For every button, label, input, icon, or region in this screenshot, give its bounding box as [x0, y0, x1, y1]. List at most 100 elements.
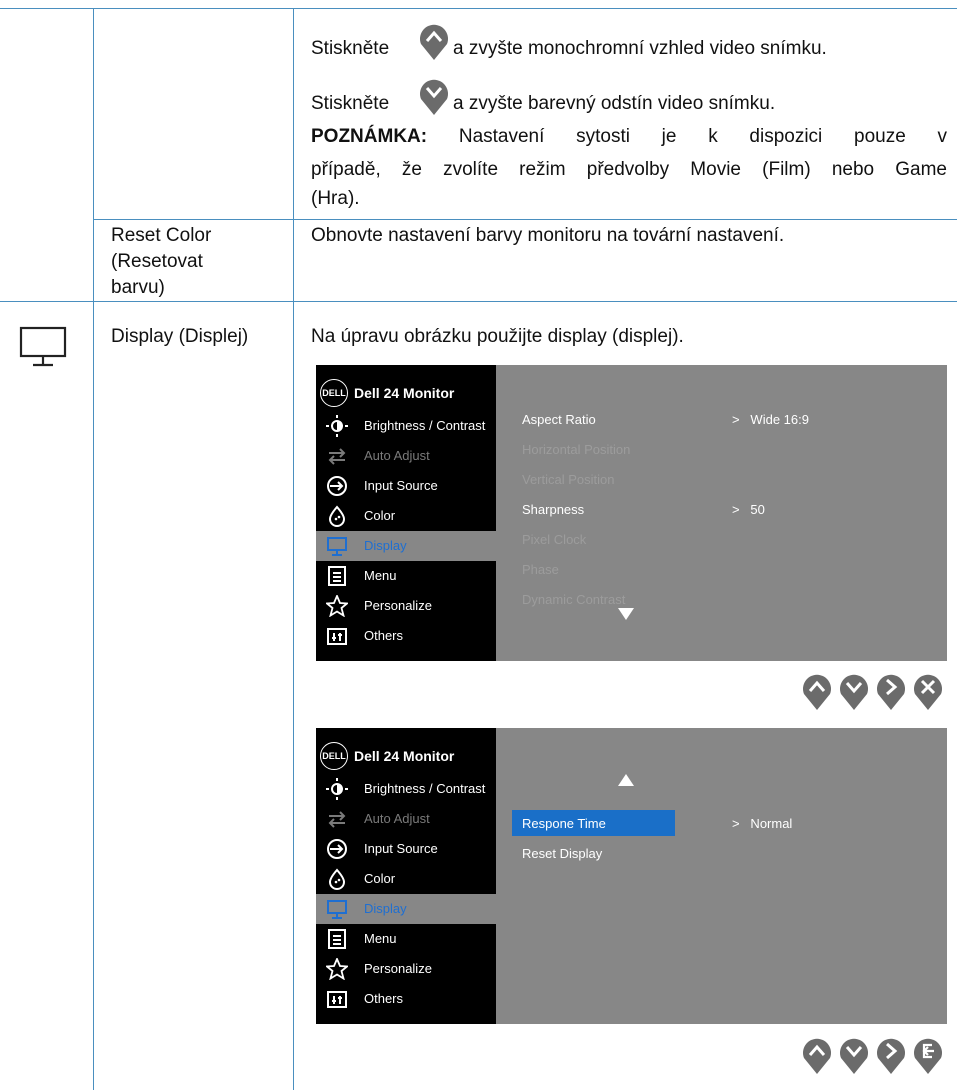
display-label: Display (Displej): [111, 326, 249, 347]
osd-option-sharpness[interactable]: Sharpness: [522, 502, 584, 517]
osd-menu-label: Input Source: [364, 841, 438, 856]
table-rule-after-saturation: [93, 219, 957, 220]
table-top-rule: [0, 8, 957, 9]
others-icon: [327, 991, 347, 1008]
osd-menu-item-menu[interactable]: Menu: [316, 924, 496, 954]
input-source-icon: [327, 839, 347, 859]
down-button-icon[interactable]: [837, 1036, 871, 1076]
osd-sidebar: DELL Dell 24 Monitor Brightness / Contra…: [316, 365, 496, 661]
osd-option-value: > Wide 16:9: [732, 412, 809, 427]
note-text-1: Nastavení sytosti je k dispozici pouze v: [458, 126, 947, 147]
osd-menu-label: Color: [364, 508, 396, 523]
auto-adjust-icon: [328, 448, 346, 465]
right-button-icon[interactable]: [874, 1036, 908, 1076]
osd-menu-item-personalize[interactable]: Personalize: [316, 954, 496, 984]
osd-menu-label: Color: [364, 871, 396, 886]
down-pin-icon: [420, 79, 448, 115]
color-icon: [328, 505, 346, 527]
osd-menu-item-display[interactable]: Display: [316, 894, 496, 924]
scroll-up-icon[interactable]: [618, 774, 634, 786]
right-button-icon[interactable]: [874, 672, 908, 712]
osd-option-vertical-position: Vertical Position: [522, 472, 615, 487]
saturation-note-line3: (Hra).: [311, 188, 360, 209]
osd-menu-item-color[interactable]: Color: [316, 864, 496, 894]
brightness-icon: [326, 415, 348, 437]
reset-color-description: Obnovte nastavení barvy monitoru na tová…: [311, 225, 785, 246]
star-icon: [326, 595, 348, 617]
osd-menu-label: Display: [364, 538, 407, 553]
scroll-down-icon[interactable]: [618, 608, 634, 620]
menu-icon: [328, 566, 346, 586]
display-description: Na úpravu obrázku použijte display (disp…: [311, 326, 684, 347]
osd-menu-label: Menu: [364, 931, 397, 946]
osd-option-value: > 50: [732, 502, 765, 517]
osd-menu-label: Display: [364, 901, 407, 916]
table-col-rule-1: [93, 8, 94, 1090]
up-button-icon[interactable]: [800, 1036, 834, 1076]
osd-menu-item-others[interactable]: Others: [316, 984, 496, 1014]
osd-screen-2: DELL Dell 24 Monitor Brightness / Contra…: [316, 728, 947, 1024]
star-icon: [326, 958, 348, 980]
exit-button-icon[interactable]: [911, 672, 945, 712]
osd-menu-label: Auto Adjust: [364, 811, 430, 826]
osd-menu-label: Input Source: [364, 478, 438, 493]
down-button-icon[interactable]: [837, 672, 871, 712]
osd-menu-item-auto-adjust[interactable]: Auto Adjust: [316, 441, 496, 471]
osd-option-aspect-ratio[interactable]: Aspect Ratio: [522, 412, 596, 427]
others-icon: [327, 628, 347, 645]
up-instruction-suffix: a zvyšte monochromní vzhled video snímku…: [453, 38, 827, 59]
down-instruction-prefix: Stiskněte: [311, 93, 390, 114]
osd-option-horizontal-position: Horizontal Position: [522, 442, 631, 457]
brightness-icon: [326, 778, 348, 800]
table-col-rule-2: [293, 8, 294, 1090]
osd-menu-label: Others: [364, 628, 404, 643]
osd-menu-item-input-source[interactable]: Input Source: [316, 471, 496, 501]
reset-color-label-2: (Resetovat: [111, 251, 203, 272]
osd-menu-label: Brightness / Contrast: [364, 418, 486, 433]
osd-option-reset-display[interactable]: Reset Display: [522, 846, 602, 861]
osd-title: Dell 24 Monitor: [354, 385, 455, 401]
osd-option-dynamic-contrast: Dynamic Contrast: [522, 592, 626, 607]
osd-option-pixel-clock: Pixel Clock: [522, 532, 587, 547]
osd-menu-label: Others: [364, 991, 404, 1006]
osd-menu-label: Brightness / Contrast: [364, 781, 486, 796]
up-pin-icon: [420, 24, 448, 60]
saturation-note-line2: případě, že zvolíte režim předvolby Movi…: [311, 159, 947, 180]
down-instruction-suffix: a zvyšte barevný odstín video snímku.: [453, 93, 776, 114]
osd-menu-label: Personalize: [364, 961, 432, 976]
up-instruction-prefix: Stiskněte: [311, 38, 390, 59]
menu-icon: [328, 929, 346, 949]
osd-menu-item-color[interactable]: Color: [316, 501, 496, 531]
auto-adjust-icon: [328, 811, 346, 828]
display-icon: [327, 900, 347, 919]
saturation-note-line1: POZNÁMKA: Nastavení sytosti je k dispozi…: [311, 124, 947, 150]
osd-menu-label: Auto Adjust: [364, 448, 430, 463]
color-icon: [328, 868, 346, 890]
display-icon: [327, 537, 347, 556]
osd-menu-item-personalize[interactable]: Personalize: [316, 591, 496, 621]
monitor-icon: [19, 326, 67, 367]
osd-menu-item-menu[interactable]: Menu: [316, 561, 496, 591]
dell-logo-icon: DELL: [320, 379, 348, 407]
osd-title: Dell 24 Monitor: [354, 748, 455, 764]
table-rule-after-reset: [0, 301, 957, 302]
osd-menu-label: Menu: [364, 568, 397, 583]
osd-menu-item-others[interactable]: Others: [316, 621, 496, 651]
dell-logo-icon: DELL: [320, 742, 348, 770]
osd-option-value: > Normal: [732, 816, 793, 831]
back-button-icon[interactable]: [911, 1036, 945, 1076]
up-button-icon[interactable]: [800, 672, 834, 712]
osd-menu-label: Personalize: [364, 598, 432, 613]
reset-color-label-3: barvu): [111, 277, 165, 298]
osd-menu-item-display[interactable]: Display: [316, 531, 496, 561]
osd-option-respone-time[interactable]: Respone Time: [522, 816, 606, 831]
osd-menu-item-input-source[interactable]: Input Source: [316, 834, 496, 864]
osd-menu-item-auto-adjust[interactable]: Auto Adjust: [316, 804, 496, 834]
input-source-icon: [327, 476, 347, 496]
reset-color-label-1: Reset Color: [111, 225, 212, 246]
osd-menu-item-brightness-contrast[interactable]: Brightness / Contrast: [316, 774, 496, 804]
osd-sidebar: DELL Dell 24 Monitor Brightness / Contra…: [316, 728, 496, 1024]
osd-option-phase: Phase: [522, 562, 559, 577]
note-label: POZNÁMKA:: [311, 126, 428, 147]
osd-menu-item-brightness-contrast[interactable]: Brightness / Contrast: [316, 411, 496, 441]
